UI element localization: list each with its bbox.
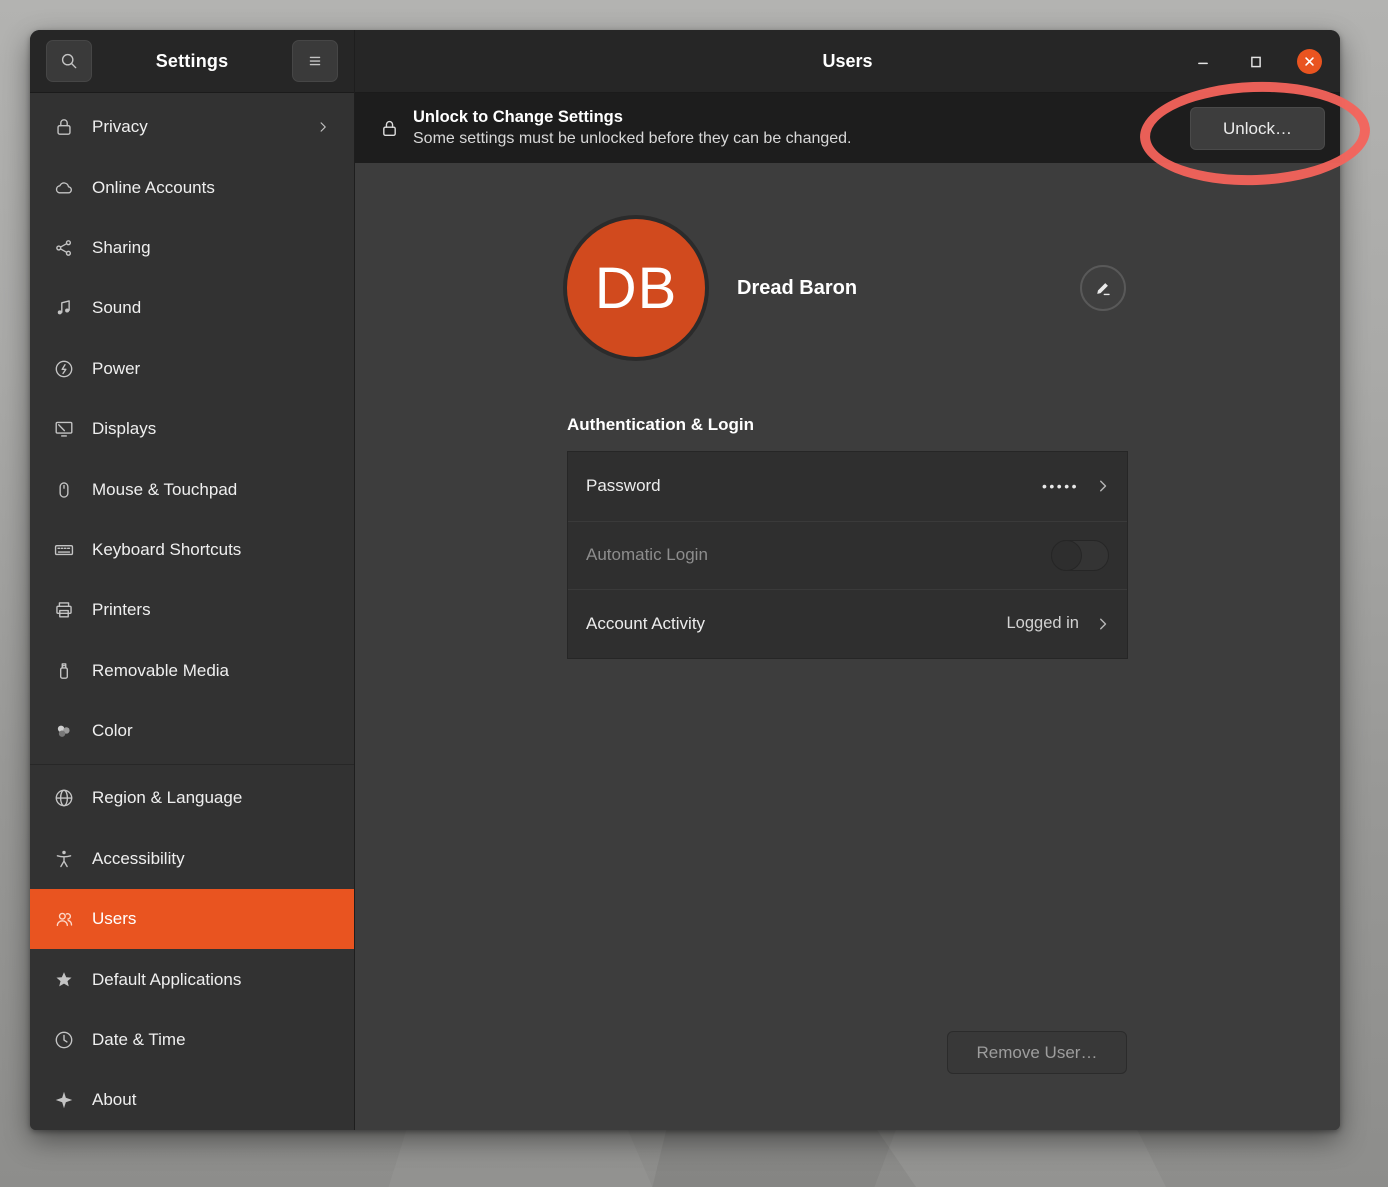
sidebar-item-label: Date & Time <box>92 1030 332 1050</box>
sidebar-item-label: Sound <box>92 298 332 318</box>
sidebar-item-color[interactable]: Color <box>30 701 354 761</box>
sidebar-item-label: Privacy <box>92 117 314 137</box>
chevron-right-icon <box>314 118 332 136</box>
sidebar-item-label: Color <box>92 721 332 741</box>
sidebar-item-label: Keyboard Shortcuts <box>92 540 332 560</box>
sidebar-item-keyboard-shortcuts[interactable]: Keyboard Shortcuts <box>30 520 354 580</box>
sidebar-item-printers[interactable]: Printers <box>30 580 354 640</box>
sidebar-item-mouse-touchpad[interactable]: Mouse & Touchpad <box>30 459 354 519</box>
sidebar-item-privacy[interactable]: Privacy <box>30 97 354 157</box>
power-icon <box>52 357 76 381</box>
remove-user-button[interactable]: Remove User… <box>947 1031 1127 1074</box>
flash-drive-icon <box>52 659 76 683</box>
sidebar-item-label: Mouse & Touchpad <box>92 480 332 500</box>
account-activity-value: Logged in <box>1007 614 1080 633</box>
minimize-button[interactable] <box>1191 50 1215 74</box>
titlebar: Users <box>355 30 1340 93</box>
section-title: Authentication & Login <box>567 415 1128 435</box>
users-content: DB Dread Baron Authentication & Login Pa… <box>355 163 1340 1130</box>
automatic-login-toggle[interactable] <box>1051 540 1109 571</box>
clock-icon <box>52 1028 76 1052</box>
close-button[interactable] <box>1297 49 1322 74</box>
sidebar-item-label: Removable Media <box>92 661 332 681</box>
sidebar-item-label: Region & Language <box>92 788 332 808</box>
sidebar-item-label: Sharing <box>92 238 332 258</box>
chevron-right-icon <box>1093 614 1113 634</box>
settings-window: Settings Privacy Online Accounts Sharing <box>30 30 1340 1130</box>
automatic-login-row: Automatic Login <box>568 521 1127 590</box>
menu-button[interactable] <box>292 40 338 82</box>
sidebar-item-label: Displays <box>92 419 332 439</box>
keyboard-icon <box>52 538 76 562</box>
search-button[interactable] <box>46 40 92 82</box>
account-activity-row[interactable]: Account Activity Logged in <box>568 589 1127 658</box>
sidebar-item-about[interactable]: About <box>30 1070 354 1130</box>
password-label: Password <box>586 476 1042 496</box>
sidebar-item-accessibility[interactable]: Accessibility <box>30 829 354 889</box>
sidebar-item-sound[interactable]: Sound <box>30 278 354 338</box>
main-pane: Users Unlock to Change Settings Some set… <box>355 30 1340 1130</box>
printer-icon <box>52 598 76 622</box>
password-value: ••••• <box>1042 478 1079 494</box>
sidebar-item-power[interactable]: Power <box>30 339 354 399</box>
sparkle-icon <box>52 1088 76 1112</box>
sidebar-item-online-accounts[interactable]: Online Accounts <box>30 157 354 217</box>
lock-icon <box>379 118 400 139</box>
sidebar-item-label: Default Applications <box>92 970 332 990</box>
maximize-button[interactable] <box>1244 50 1268 74</box>
sidebar-header: Settings <box>30 30 354 93</box>
share-icon <box>52 236 76 260</box>
mouse-icon <box>52 478 76 502</box>
sidebar-item-region-language[interactable]: Region & Language <box>30 768 354 828</box>
color-circles-icon <box>52 719 76 743</box>
sidebar-item-label: Accessibility <box>92 849 332 869</box>
chevron-right-icon <box>1093 476 1113 496</box>
sidebar-item-users[interactable]: Users <box>30 889 354 949</box>
password-row[interactable]: Password ••••• <box>568 452 1127 521</box>
user-full-name: Dread Baron <box>737 277 1080 300</box>
edit-name-button[interactable] <box>1080 265 1126 311</box>
pencil-icon <box>1094 279 1113 298</box>
display-icon <box>52 417 76 441</box>
sidebar-list: Privacy Online Accounts Sharing Sound Po… <box>30 93 354 1130</box>
star-icon <box>52 968 76 992</box>
sidebar-title: Settings <box>92 51 292 72</box>
toggle-knob <box>1051 540 1082 571</box>
banner-title: Unlock to Change Settings <box>413 106 852 128</box>
banner-text: Unlock to Change Settings Some settings … <box>413 106 852 150</box>
globe-icon <box>52 786 76 810</box>
sidebar-item-date-time[interactable]: Date & Time <box>30 1010 354 1070</box>
auth-login-card: Password ••••• Automatic Login Account A… <box>567 451 1128 659</box>
music-note-icon <box>52 296 76 320</box>
cloud-icon <box>52 176 76 200</box>
automatic-login-label: Automatic Login <box>586 545 1051 565</box>
sidebar-item-label: Printers <box>92 600 332 620</box>
window-controls <box>1191 30 1322 93</box>
sidebar-item-label: Users <box>92 909 332 929</box>
account-activity-label: Account Activity <box>586 614 1007 634</box>
sidebar-item-label: About <box>92 1090 332 1110</box>
sidebar-item-label: Online Accounts <box>92 178 332 198</box>
search-icon <box>58 50 80 72</box>
sidebar-separator <box>30 764 354 765</box>
sidebar-item-displays[interactable]: Displays <box>30 399 354 459</box>
banner-subtitle: Some settings must be unlocked before th… <box>413 128 852 150</box>
unlock-button[interactable]: Unlock… <box>1190 107 1325 150</box>
sidebar-item-default-applications[interactable]: Default Applications <box>30 949 354 1009</box>
avatar[interactable]: DB <box>567 219 705 357</box>
unlock-banner: Unlock to Change Settings Some settings … <box>355 93 1340 163</box>
page-title: Users <box>822 51 872 72</box>
users-icon <box>52 907 76 931</box>
sidebar-item-label: Power <box>92 359 332 379</box>
lock-icon <box>52 115 76 139</box>
accessibility-icon <box>52 847 76 871</box>
sidebar-item-sharing[interactable]: Sharing <box>30 218 354 278</box>
sidebar: Settings Privacy Online Accounts Sharing <box>30 30 355 1130</box>
hamburger-menu-icon <box>304 50 326 72</box>
profile-section: DB Dread Baron <box>567 217 1128 359</box>
sidebar-item-removable-media[interactable]: Removable Media <box>30 641 354 701</box>
